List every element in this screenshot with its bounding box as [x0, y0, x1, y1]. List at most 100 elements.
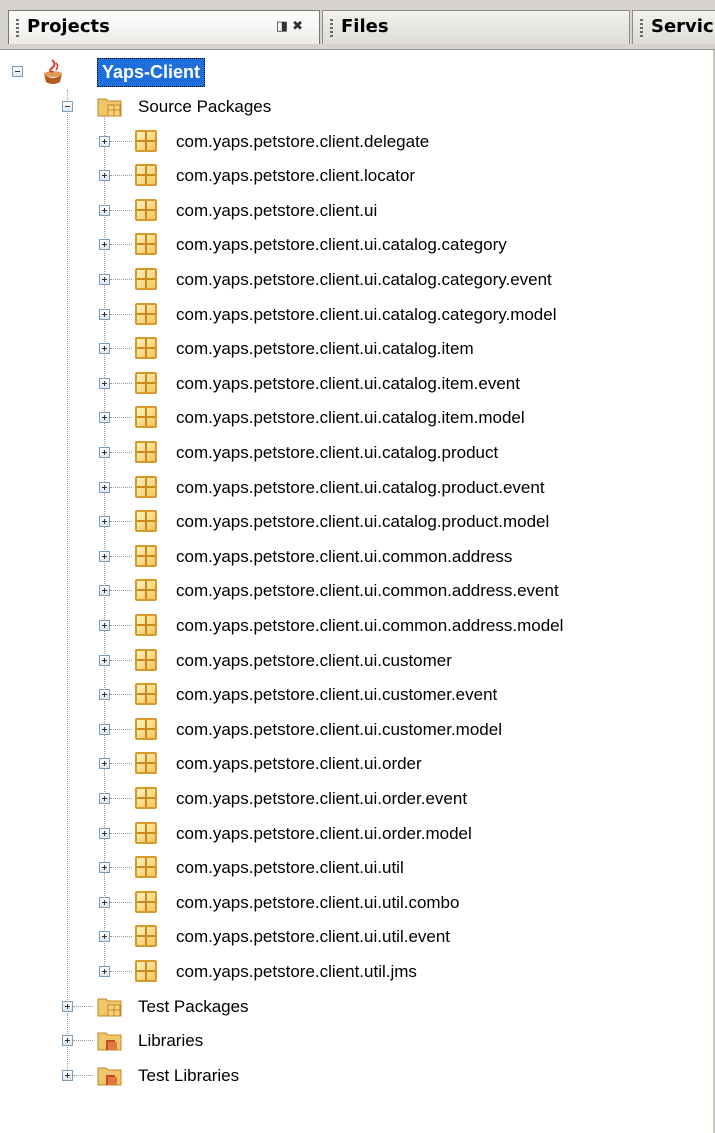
package-node[interactable]: com.yaps.petstore.client.ui [0, 193, 715, 229]
minimize-icon[interactable]: ◨ [276, 19, 292, 34]
project-tree: Yaps-Client Source Packages com.yaps.pets… [0, 52, 715, 1133]
package-node[interactable]: com.yaps.petstore.client.ui.util.combo [0, 885, 715, 921]
tree-node-label: Test Packages [138, 996, 249, 1016]
package-label: com.yaps.petstore.client.ui.order.model [176, 823, 472, 843]
package-icon [135, 406, 157, 429]
tree-node-test-packages[interactable]: Test Packages [0, 989, 715, 1025]
package-node[interactable]: com.yaps.petstore.client.ui.catalog.item… [0, 366, 715, 402]
package-node[interactable]: com.yaps.petstore.client.ui.catalog.prod… [0, 435, 715, 471]
package-node[interactable]: com.yaps.petstore.client.ui.util [0, 850, 715, 886]
package-icon [135, 129, 157, 152]
expand-toggle[interactable] [99, 620, 110, 631]
expand-toggle[interactable] [99, 481, 110, 493]
package-node[interactable]: com.yaps.petstore.client.util.jms [0, 954, 715, 990]
tree-connector [110, 209, 132, 211]
package-icon [135, 752, 157, 775]
expand-toggle[interactable] [62, 1035, 73, 1047]
tree-connector [110, 555, 132, 557]
tree-node-source-packages[interactable]: Source Packages [0, 89, 715, 125]
package-label: com.yaps.petstore.client.ui.catalog.item… [176, 373, 520, 393]
package-label: com.yaps.petstore.client.ui.util.event [176, 927, 451, 947]
package-icon [135, 475, 157, 498]
package-node[interactable]: com.yaps.petstore.client.ui.catalog.item… [0, 400, 715, 436]
collapse-toggle[interactable] [12, 66, 23, 77]
expand-toggle[interactable] [99, 239, 110, 251]
expand-toggle[interactable] [99, 204, 110, 216]
package-icon [135, 821, 157, 844]
package-label: com.yaps.petstore.client.ui.catalog.prod… [176, 512, 550, 532]
expand-toggle[interactable] [99, 793, 110, 804]
tab-projects[interactable]: Projects ◨✖ [8, 10, 320, 44]
close-icon[interactable]: ✖ [292, 19, 307, 34]
expand-toggle[interactable] [99, 723, 110, 735]
package-icon [135, 787, 157, 809]
expand-toggle[interactable] [99, 585, 110, 597]
expand-toggle[interactable] [99, 896, 110, 908]
expand-toggle[interactable] [99, 931, 110, 943]
package-node[interactable]: com.yaps.petstore.client.ui.catalog.cate… [0, 227, 715, 263]
package-node[interactable]: com.yaps.petstore.client.ui.common.addre… [0, 608, 715, 644]
tree-connector [110, 417, 132, 419]
tree-connector [110, 798, 132, 799]
expand-toggle[interactable] [99, 343, 110, 355]
package-label: com.yaps.petstore.client.util.jms [176, 962, 417, 981]
package-node[interactable]: com.yaps.petstore.client.ui.customer.mod… [0, 712, 715, 748]
package-label: com.yaps.petstore.client.ui.order [176, 754, 422, 774]
expand-toggle[interactable] [99, 447, 110, 458]
package-label: com.yaps.petstore.client.ui.order.event [176, 789, 468, 808]
expand-toggle[interactable] [99, 274, 110, 285]
tree-node-libraries[interactable]: Libraries [0, 1023, 715, 1059]
test-libraries-folder-icon [97, 1067, 122, 1086]
expand-toggle[interactable] [99, 308, 110, 320]
expand-toggle[interactable] [99, 966, 110, 977]
expand-toggle[interactable] [99, 827, 110, 839]
package-node[interactable]: com.yaps.petstore.client.ui.catalog.cate… [0, 262, 715, 298]
package-node[interactable]: com.yaps.petstore.client.ui.util.event [0, 919, 715, 955]
package-node[interactable]: com.yaps.petstore.client.ui.customer.eve… [0, 677, 715, 713]
expand-toggle[interactable] [62, 1000, 73, 1012]
package-label: com.yaps.petstore.client.ui.catalog.prod… [176, 477, 545, 497]
package-label: com.yaps.petstore.client.locator [176, 166, 416, 186]
package-node[interactable]: com.yaps.petstore.client.ui.catalog.prod… [0, 504, 715, 540]
tree-node-test-libraries[interactable]: Test Libraries [0, 1058, 715, 1094]
package-label: com.yaps.petstore.client.ui.common.addre… [176, 616, 564, 635]
expand-toggle[interactable] [99, 377, 110, 389]
tree-node-root[interactable]: Yaps-Client [0, 54, 715, 90]
package-label: com.yaps.petstore.client.ui.common.addre… [176, 546, 513, 566]
package-node[interactable]: com.yaps.petstore.client.ui.order [0, 746, 715, 782]
package-icon [135, 717, 157, 740]
package-node[interactable]: com.yaps.petstore.client.ui.catalog.cate… [0, 297, 715, 333]
libraries-folder-icon [97, 1032, 122, 1051]
expand-toggle[interactable] [99, 516, 110, 528]
package-node[interactable]: com.yaps.petstore.client.locator [0, 158, 715, 194]
expand-toggle[interactable] [99, 135, 110, 147]
package-node[interactable]: com.yaps.petstore.client.ui.catalog.prod… [0, 470, 715, 506]
expand-toggle[interactable] [99, 550, 110, 562]
source-packages-folder-icon [97, 98, 122, 117]
package-label: com.yaps.petstore.client.ui.common.addre… [176, 581, 559, 601]
package-node[interactable]: com.yaps.petstore.client.ui.customer [0, 643, 715, 679]
expand-toggle[interactable] [62, 1069, 73, 1081]
package-node[interactable]: com.yaps.petstore.client.ui.order.event [0, 781, 715, 817]
package-node[interactable]: com.yaps.petstore.client.ui.catalog.item [0, 331, 715, 367]
package-icon [135, 302, 157, 325]
package-node[interactable]: com.yaps.petstore.client.ui.common.addre… [0, 539, 715, 575]
package-label: com.yaps.petstore.client.ui.util.combo [176, 892, 460, 912]
tree-connector [110, 625, 132, 626]
package-node[interactable]: com.yaps.petstore.client.ui.common.addre… [0, 573, 715, 609]
tab-services[interactable]: Servic [632, 10, 715, 44]
tree-connector [110, 521, 132, 523]
expand-toggle[interactable] [99, 689, 110, 701]
collapse-toggle[interactable] [62, 101, 73, 112]
tab-files[interactable]: Files [322, 10, 630, 44]
expand-toggle[interactable] [99, 170, 110, 182]
expand-toggle[interactable] [99, 862, 110, 874]
test-packages-folder-icon [97, 998, 122, 1017]
package-node[interactable]: com.yaps.petstore.client.ui.order.model [0, 816, 715, 852]
expand-toggle[interactable] [99, 654, 110, 666]
tree-connector [110, 140, 132, 142]
tree-connector [73, 1040, 93, 1042]
package-node[interactable]: com.yaps.petstore.client.delegate [0, 124, 715, 160]
expand-toggle[interactable] [99, 758, 110, 770]
expand-toggle[interactable] [99, 412, 110, 424]
